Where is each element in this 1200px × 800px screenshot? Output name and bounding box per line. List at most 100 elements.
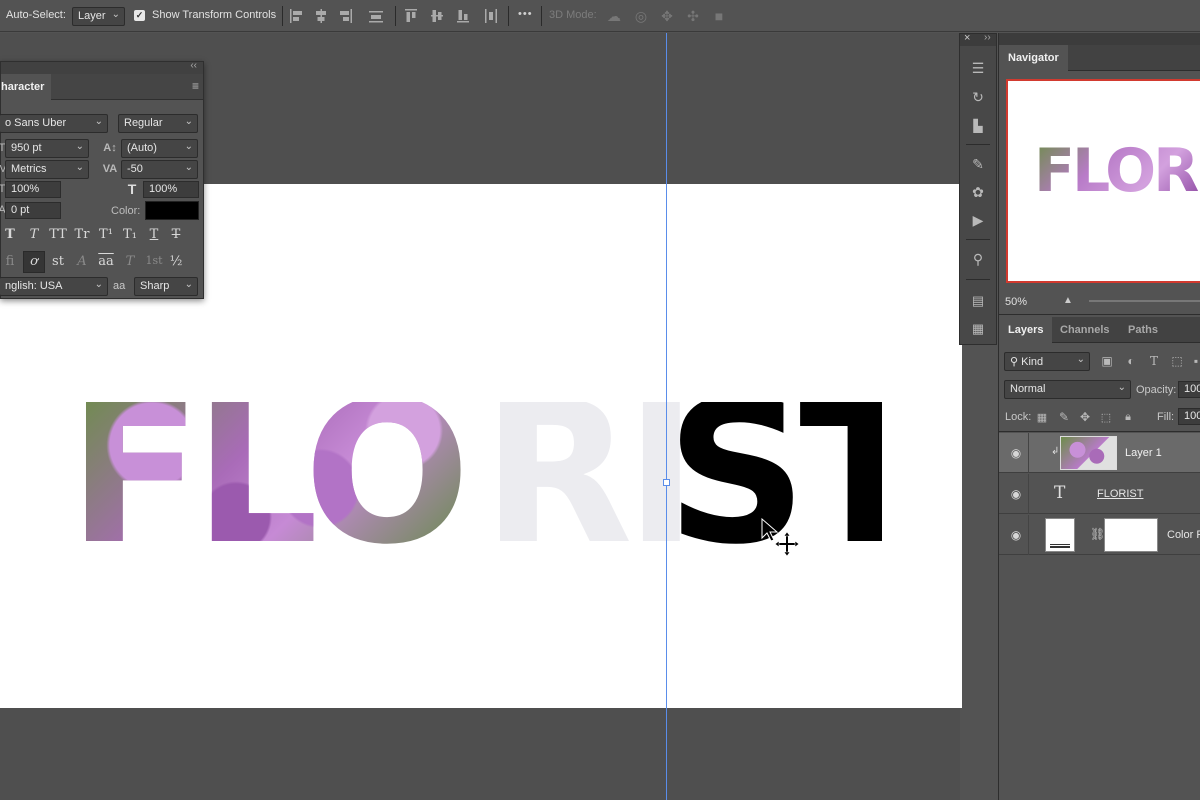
filter-smart-object-icon[interactable]: ▪ [1191, 353, 1200, 369]
tab-channels[interactable]: Channels [1051, 317, 1119, 343]
collapse-icon[interactable]: ‹‹ [190, 60, 197, 71]
stylistic-alternates-button[interactable]: aa [95, 254, 117, 269]
panel-header[interactable]: ‹‹ [1, 60, 203, 74]
fill-field[interactable]: 100% [1178, 408, 1200, 425]
all-caps-button[interactable]: TT [47, 227, 69, 242]
faux-italic-button[interactable]: T [23, 227, 45, 242]
standard-ligatures-button[interactable]: fi [0, 254, 21, 269]
3d-slide-icon[interactable]: ✣ [683, 7, 703, 25]
brush-settings-icon[interactable]: ✎ [968, 154, 988, 174]
visibility-eye-icon[interactable]: ◉ [1008, 528, 1024, 542]
more-options-icon[interactable]: ••• [518, 8, 533, 20]
font-size-field[interactable]: 950 pt ⌄ [5, 139, 89, 158]
lock-artboard-icon[interactable]: ⬚ [1099, 409, 1113, 425]
show-transform-checkbox[interactable]: ✓ [134, 10, 145, 21]
layer-filter-dropdown[interactable]: ⚲ Kind ⌄ [1004, 352, 1090, 371]
opacity-field[interactable]: 100% [1178, 381, 1200, 398]
navigator-preview[interactable]: FLORIS [1006, 79, 1200, 283]
faux-bold-button[interactable]: T [0, 227, 21, 242]
titling-alternates-button[interactable]: T [119, 254, 141, 269]
zoom-out-icon[interactable]: ▲ [1063, 295, 1073, 306]
history-icon[interactable]: ↻ [968, 87, 988, 107]
leading-field[interactable]: (Auto) ⌄ [121, 139, 198, 158]
transform-handle[interactable] [663, 479, 670, 486]
layer-row-layer-1[interactable]: ◉ ↲ Layer 1 [999, 433, 1200, 473]
small-caps-button[interactable]: Tr [71, 227, 93, 242]
3d-roll-icon[interactable]: ◎ [631, 7, 651, 25]
zoom-slider[interactable] [1089, 300, 1200, 302]
chevron-down-icon: ⌄ [75, 141, 84, 152]
tracking-field[interactable]: -50 ⌄ [121, 160, 198, 179]
link-chain-icon[interactable]: ⛓ [1090, 527, 1105, 541]
properties-icon[interactable]: ▤ [968, 291, 988, 311]
tab-navigator[interactable]: Navigator [999, 45, 1068, 71]
swash-button[interactable]: A [71, 254, 93, 269]
superscript-button[interactable]: T¹ [95, 227, 117, 242]
align-left-icon[interactable] [289, 8, 303, 24]
notes-icon[interactable]: ▦ [968, 319, 988, 339]
font-family-dropdown[interactable]: o Sans Uber ⌄ [0, 114, 108, 133]
tab-layers[interactable]: Layers [999, 317, 1053, 343]
layer-name[interactable]: FLORIST [1097, 488, 1143, 500]
adjustments-icon[interactable]: ☰ [968, 58, 988, 78]
color-palette-icon[interactable]: ✿ [968, 182, 988, 202]
expand-icon[interactable]: ›› [984, 32, 991, 43]
kerning-field[interactable]: Metrics ⌄ [5, 160, 89, 179]
filter-adjustment-icon[interactable]: ◐ [1123, 353, 1139, 369]
close-icon[interactable]: × [964, 32, 970, 44]
fractions-button[interactable]: ½ [165, 254, 187, 269]
align-top-icon[interactable] [404, 8, 418, 24]
text-color-swatch[interactable] [145, 201, 199, 220]
vertical-scale-field[interactable]: 100% [5, 181, 61, 198]
underline-button[interactable]: T [143, 227, 165, 242]
chevron-down-icon: ⌄ [184, 141, 193, 152]
lock-position-icon[interactable]: ✥ [1078, 409, 1092, 425]
font-style-dropdown[interactable]: Regular ⌄ [118, 114, 198, 133]
visibility-eye-icon[interactable]: ◉ [1008, 487, 1024, 501]
align-center-icon[interactable] [314, 8, 328, 24]
layer-thumbnail[interactable] [1060, 436, 1117, 470]
layer-mask-thumbnail[interactable] [1104, 518, 1158, 552]
panel-menu-icon[interactable]: ≡ [192, 79, 199, 93]
visibility-eye-icon[interactable]: ◉ [1008, 446, 1024, 460]
divider [999, 314, 1200, 315]
actions-play-icon[interactable]: ▶ [968, 210, 988, 230]
3d-pan-icon[interactable]: ✥ [657, 7, 677, 25]
libraries-icon[interactable]: ▙ [968, 116, 988, 136]
3d-orbit-icon[interactable]: ☁ [604, 7, 624, 25]
layer-name[interactable]: Layer 1 [1125, 447, 1162, 459]
layer-name[interactable]: Color Fill 1 [1167, 529, 1200, 541]
language-dropdown[interactable]: nglish: USA ⌄ [0, 277, 108, 296]
discretionary-ligatures-button[interactable]: st [47, 254, 69, 269]
3d-camera-icon[interactable]: ■ [708, 7, 730, 25]
strikethrough-button[interactable]: T [165, 227, 187, 242]
auto-select-dropdown[interactable]: Layer ⌄ [72, 7, 125, 26]
layer-row-color-fill[interactable]: ◉ ⛓ Color Fill 1 [999, 515, 1200, 555]
contextual-alternates-button[interactable]: ơ [23, 251, 45, 273]
subscript-button[interactable]: T₁ [119, 227, 141, 242]
lock-transparent-icon[interactable]: ▦ [1035, 409, 1049, 425]
layer-row-florist[interactable]: ◉ T FLORIST [999, 474, 1200, 514]
align-middle-icon[interactable] [430, 8, 444, 24]
align-right-icon[interactable] [339, 8, 353, 24]
distribute-icon[interactable] [368, 8, 384, 24]
fill-layer-thumbnail[interactable] [1045, 518, 1075, 552]
baseline-shift-field[interactable]: 0 pt [5, 202, 61, 219]
clone-source-icon[interactable]: ⚲ [968, 249, 988, 269]
ordinals-button[interactable]: 1st [143, 254, 165, 267]
horizontal-scale-field[interactable]: 100% [143, 181, 199, 198]
distribute-horizontal-icon[interactable] [484, 8, 498, 24]
tracking-icon: VA [102, 163, 118, 175]
navigator-zoom-value[interactable]: 50% [1005, 296, 1027, 308]
lock-image-pixels-icon[interactable]: ✎ [1057, 409, 1071, 425]
filter-shape-icon[interactable]: ⬚ [1169, 353, 1185, 369]
tab-character[interactable]: haracter [1, 74, 51, 100]
blend-mode-dropdown[interactable]: Normal ⌄ [1004, 380, 1131, 399]
align-bottom-icon[interactable] [456, 8, 470, 24]
lock-all-icon[interactable]: 🔒︎ [1121, 409, 1135, 425]
filter-pixel-icon[interactable]: ▣ [1099, 353, 1115, 369]
antialias-dropdown[interactable]: Sharp ⌄ [134, 277, 198, 296]
filter-type-icon[interactable]: T [1146, 353, 1162, 369]
vertical-guide[interactable] [666, 33, 667, 800]
tab-paths[interactable]: Paths [1119, 317, 1167, 343]
